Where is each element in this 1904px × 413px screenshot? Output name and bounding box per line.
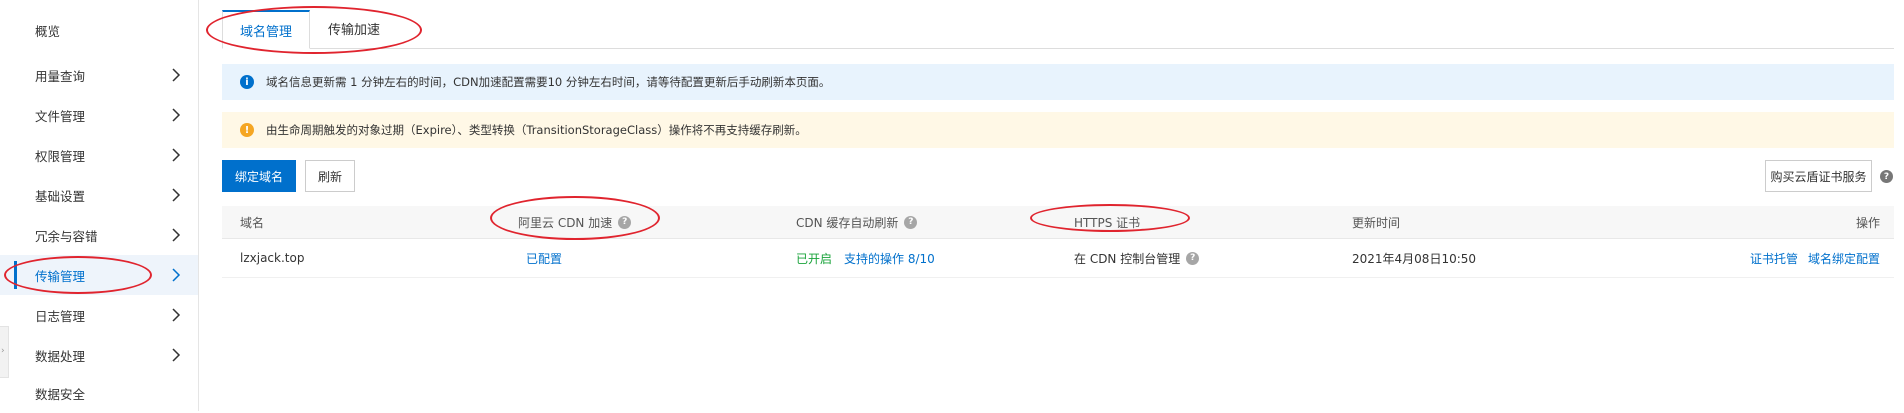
help-icon[interactable]: ?: [618, 215, 632, 229]
sidebar-item-label: 数据处理: [35, 348, 86, 364]
chevron-right-icon: [172, 68, 181, 82]
warning-icon: !: [240, 123, 254, 137]
header-updated: 更新时间: [1352, 215, 1401, 230]
refresh-button[interactable]: 刷新: [305, 160, 355, 192]
tab-domain-management[interactable]: 域名管理: [222, 10, 310, 49]
sidebar-item-overview[interactable]: 概览: [0, 10, 198, 50]
chevron-right-icon: [172, 228, 181, 242]
sidebar-item-basic-settings[interactable]: 基础设置: [0, 175, 198, 215]
active-indicator: [14, 261, 17, 289]
cell-updated: 2021年4月08日10:50: [1352, 251, 1477, 266]
sidebar-item-transfer[interactable]: 传输管理: [0, 255, 198, 295]
header-cdn: 阿里云 CDN 加速?: [518, 206, 632, 238]
header-https: HTTPS 证书: [1074, 215, 1141, 230]
help-icon[interactable]: ?: [1880, 170, 1893, 183]
sidebar-item-label: 传输管理: [35, 268, 86, 284]
sidebar-item-data-processing[interactable]: 数据处理: [0, 335, 198, 375]
sidebar-item-usage[interactable]: 用量查询: [0, 55, 198, 95]
tab-label: 域名管理: [239, 24, 292, 40]
chevron-right-icon: [172, 308, 181, 322]
sidebar-item-label: 概览: [35, 23, 61, 39]
warning-notice: ! 由生命周期触发的对象过期（Expire）、类型转换（TransitionSt…: [222, 112, 1894, 148]
sidebar-item-label: 冗余与容错: [35, 228, 98, 244]
supported-operations-link[interactable]: 支持的操作 8/10: [844, 250, 935, 267]
table-row: lzxjack.top 已配置 已开启 支持的操作 8/10 在 CDN 控制台…: [222, 239, 1894, 278]
chevron-right-icon: [172, 148, 181, 162]
cert-hosting-link[interactable]: 证书托管: [1750, 250, 1798, 267]
tab-transfer-acceleration[interactable]: 传输加速: [310, 10, 398, 47]
info-notice-text: 域名信息更新需 1 分钟左右的时间，CDN加速配置需要10 分钟左右时间，请等待…: [266, 75, 831, 89]
chevron-right-icon: [172, 268, 181, 282]
chevron-right-icon: [172, 348, 181, 362]
sidebar-collapse-handle[interactable]: ›: [0, 326, 9, 378]
help-icon[interactable]: ?: [1186, 251, 1200, 265]
sidebar-item-redundancy[interactable]: 冗余与容错: [0, 215, 198, 255]
warning-notice-text: 由生命周期触发的对象过期（Expire）、类型转换（TransitionStor…: [266, 123, 807, 137]
cell-actions: 证书托管 域名绑定配置: [1750, 239, 1880, 277]
sidebar-item-label: 用量查询: [35, 68, 86, 84]
cache-status: 已开启: [796, 251, 833, 266]
cell-https: 在 CDN 控制台管理?: [1074, 239, 1200, 277]
help-icon[interactable]: ?: [904, 215, 918, 229]
header-domain: 域名: [240, 215, 265, 230]
tab-label: 传输加速: [327, 23, 380, 38]
bind-domain-button[interactable]: 绑定域名: [222, 160, 296, 192]
cell-cache-refresh: 已开启 支持的操作 8/10: [796, 239, 935, 277]
cell-domain: lzxjack.top: [240, 251, 305, 265]
sidebar-item-label: 数据安全: [35, 386, 86, 402]
info-icon: i: [240, 75, 254, 89]
sidebar: 概览 用量查询 文件管理 权限管理 基础设置 冗余与容错 传输管理 日志管理 数…: [0, 0, 199, 411]
table-header: 域名 阿里云 CDN 加速? CDN 缓存自动刷新? HTTPS 证书 更新时间…: [222, 206, 1894, 239]
chevron-right-icon: [172, 108, 181, 122]
buy-cert-button[interactable]: 购买云盾证书服务: [1765, 160, 1872, 192]
sidebar-item-label: 文件管理: [35, 108, 86, 124]
cdn-configured-link[interactable]: 已配置: [526, 239, 562, 277]
header-actions: 操作: [1855, 215, 1880, 230]
sidebar-item-logs[interactable]: 日志管理: [0, 295, 198, 335]
info-notice: i 域名信息更新需 1 分钟左右的时间，CDN加速配置需要10 分钟左右时间，请…: [222, 64, 1894, 100]
domain-binding-config-link[interactable]: 域名绑定配置: [1808, 250, 1880, 267]
sidebar-item-data-security[interactable]: 数据安全: [0, 373, 198, 413]
chevron-right-icon: [172, 188, 181, 202]
chevron-right-icon: ›: [1, 346, 5, 356]
sidebar-item-label: 基础设置: [35, 188, 86, 204]
sidebar-item-label: 日志管理: [35, 308, 86, 324]
tab-bar: 域名管理 传输加速: [222, 10, 1894, 49]
sidebar-item-permissions[interactable]: 权限管理: [0, 135, 198, 175]
header-cache-refresh: CDN 缓存自动刷新?: [796, 206, 918, 238]
sidebar-item-label: 权限管理: [35, 148, 86, 164]
sidebar-item-files[interactable]: 文件管理: [0, 95, 198, 135]
